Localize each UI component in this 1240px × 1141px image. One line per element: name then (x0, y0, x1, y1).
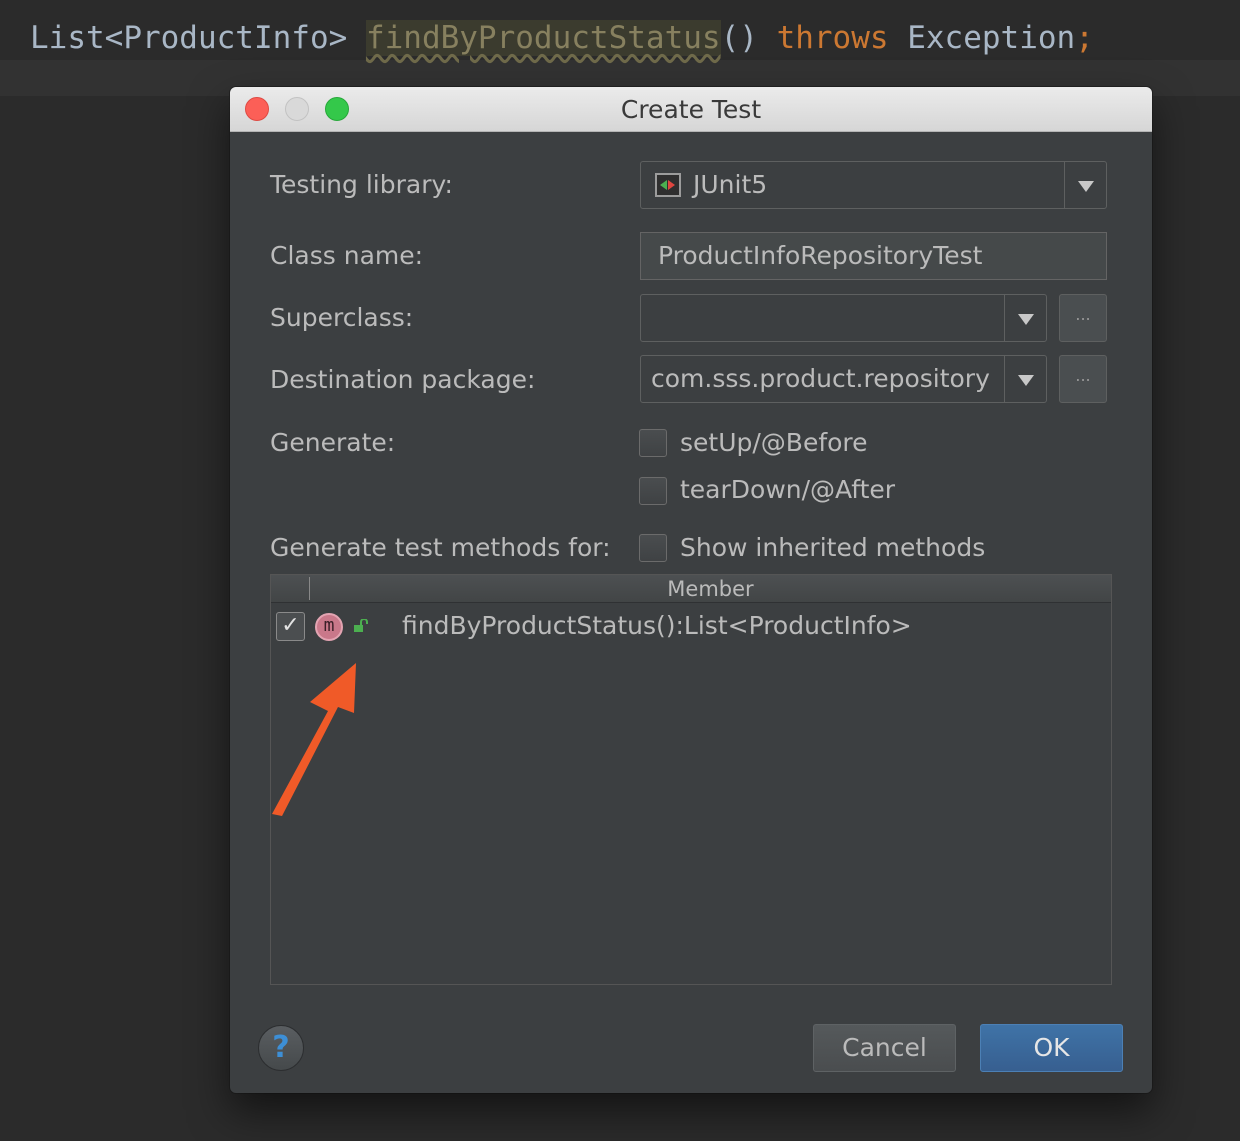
show-inherited-label[interactable]: Show inherited methods (680, 533, 985, 562)
member-table[interactable]: Member ✓ m findByProductStatus():List<Pr… (270, 574, 1112, 985)
create-test-dialog: Create Test Testing library: JUnit5 Clas… (230, 87, 1152, 1093)
superclass-browse-button[interactable]: ... (1059, 294, 1107, 342)
destination-browse-button[interactable]: ... (1059, 355, 1107, 403)
dialog-title: Create Test (620, 95, 762, 124)
junit-icon (655, 173, 681, 197)
testing-library-label: Testing library: (270, 170, 453, 199)
generate-label: Generate: (270, 428, 396, 457)
method-icon: m (315, 613, 343, 641)
code-return-type: List<ProductInfo> (30, 20, 366, 56)
member-checkbox[interactable]: ✓ (276, 612, 305, 641)
destination-package-label: Destination package: (270, 365, 536, 394)
member-table-header[interactable]: Member (271, 575, 1111, 603)
teardown-checkbox[interactable] (639, 477, 667, 505)
code-semicolon: ; (1075, 20, 1094, 56)
code-exception: Exception (888, 20, 1076, 56)
dialog-titlebar[interactable]: Create Test (230, 87, 1152, 132)
code-throws-keyword: throws (776, 20, 889, 56)
code-parens: () (720, 20, 777, 56)
setup-label[interactable]: setUp/@Before (680, 428, 868, 457)
show-inherited-checkbox[interactable] (639, 534, 667, 562)
setup-checkbox[interactable] (639, 429, 667, 457)
cancel-button[interactable]: Cancel (813, 1024, 956, 1072)
code-method-name[interactable]: findByProductStatus (365, 20, 721, 56)
member-column-header[interactable]: Member (310, 575, 1111, 603)
testing-library-value: JUnit5 (693, 170, 768, 199)
methods-for-label: Generate test methods for: (270, 533, 611, 562)
table-row[interactable]: ✓ m findByProductStatus():List<ProductIn… (271, 602, 1111, 650)
destination-package-value: com.sss.product.repository (651, 364, 990, 393)
superclass-select[interactable] (640, 294, 1047, 342)
chevron-down-icon[interactable] (1004, 295, 1046, 341)
class-name-value: ProductInfoRepositoryTest (658, 241, 983, 270)
class-name-label: Class name: (270, 241, 424, 270)
teardown-label[interactable]: tearDown/@After (680, 475, 895, 504)
chevron-down-icon[interactable] (1004, 356, 1046, 402)
chevron-down-icon[interactable] (1064, 162, 1106, 208)
destination-package-select[interactable]: com.sss.product.repository (640, 355, 1047, 403)
public-lock-icon (354, 619, 368, 632)
superclass-label: Superclass: (270, 303, 414, 332)
member-signature: findByProductStatus():List<ProductInfo> (402, 611, 912, 640)
ok-button[interactable]: OK (980, 1024, 1123, 1072)
class-name-field[interactable]: ProductInfoRepositoryTest (640, 232, 1107, 280)
help-button[interactable]: ? (258, 1025, 304, 1071)
testing-library-select[interactable]: JUnit5 (640, 161, 1107, 209)
code-line[interactable]: List<ProductInfo> findByProductStatus() … (0, 0, 1240, 76)
